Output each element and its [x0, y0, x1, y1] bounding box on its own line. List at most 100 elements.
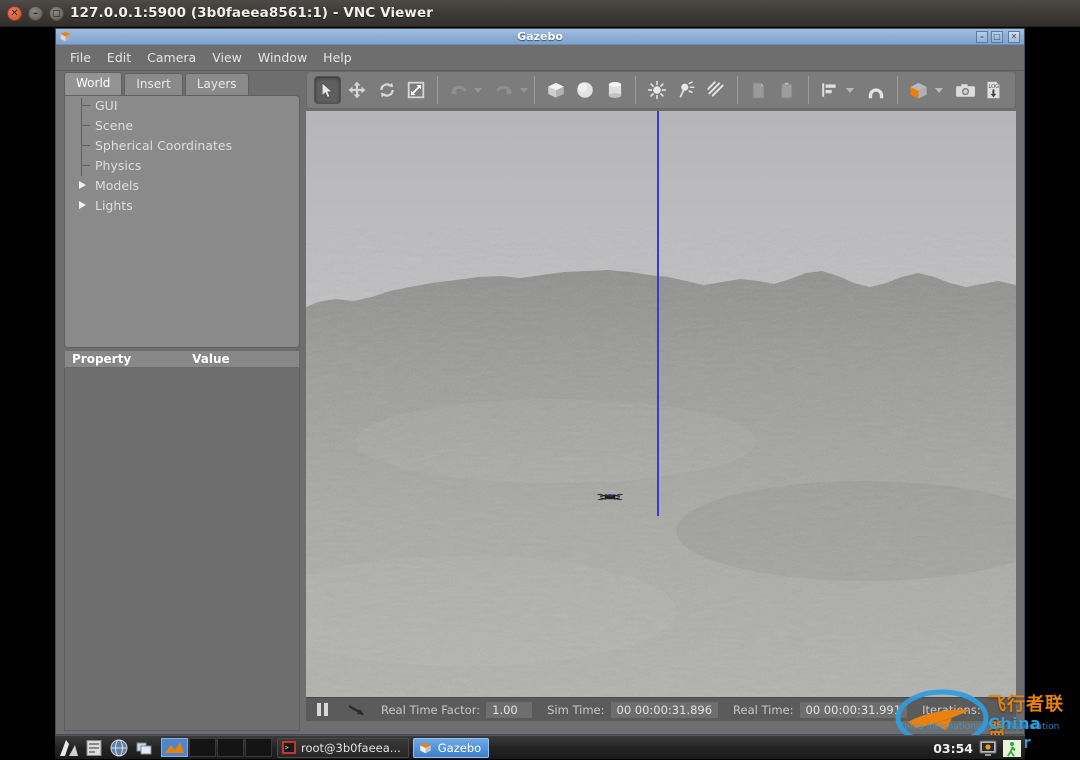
paste-button[interactable] [774, 76, 801, 104]
menu-help[interactable]: Help [315, 48, 360, 67]
clock[interactable]: 03:54 [933, 741, 973, 756]
display-icon[interactable] [978, 739, 997, 758]
camera-icon [955, 81, 976, 100]
close-icon[interactable]: ✕ [7, 6, 22, 21]
insert-point-light-button[interactable] [643, 76, 670, 104]
insert-directional-light-button[interactable] [702, 76, 729, 104]
tree-item-label: Models [95, 178, 139, 193]
gazebo-close-button[interactable]: ✕ [1008, 31, 1020, 43]
insert-sphere-button[interactable] [572, 76, 599, 104]
gazebo-icon [418, 741, 433, 755]
gazebo-minimize-button[interactable]: – [976, 31, 988, 43]
view-angle-dropdown-caret[interactable] [935, 88, 943, 93]
menu-icon[interactable] [58, 738, 80, 758]
pause-button[interactable] [311, 699, 333, 721]
system-tray: 03:54 [933, 736, 1021, 760]
undo-dropdown-caret[interactable] [474, 88, 482, 93]
toolbar-separator [534, 76, 535, 104]
real-time-value: 00 00:00:31.991 [799, 701, 909, 719]
log-button[interactable]: LOG [981, 76, 1008, 104]
scale-mode-button[interactable] [402, 76, 429, 104]
tree-item-lights[interactable]: Lights [65, 196, 299, 216]
tree-item-models[interactable]: Models [65, 176, 299, 196]
tree-item-physics[interactable]: Physics [65, 156, 299, 176]
windows-icon[interactable] [133, 738, 155, 758]
log-download-icon: LOG [984, 80, 1004, 100]
directional-light-icon [706, 80, 726, 100]
workspace-4[interactable] [245, 738, 272, 757]
translate-mode-button[interactable] [343, 76, 370, 104]
pause-icon [317, 703, 321, 716]
real-time-factor-value: 1.00 [485, 701, 533, 719]
vnc-viewer-window: ✕ – ◻ 127.0.0.1:5900 (3b0faeea8561:1) - … [0, 0, 1080, 759]
redo-button[interactable] [491, 76, 518, 104]
menu-edit[interactable]: Edit [99, 48, 139, 67]
iterations-label: Iterations: [922, 703, 981, 717]
tree-branch-icon [81, 165, 90, 166]
insert-spot-light-button[interactable] [673, 76, 700, 104]
menu-window[interactable]: Window [250, 48, 315, 67]
box-shape-icon [546, 80, 566, 100]
real-time-factor-label: Real Time Factor: [381, 703, 480, 717]
tree-item-scene[interactable]: Scene [65, 116, 299, 136]
chevron-right-icon[interactable] [79, 181, 86, 189]
gazebo-maximize-button[interactable]: □ [991, 31, 1003, 43]
undo-button[interactable] [445, 76, 472, 104]
workspace-2[interactable] [189, 738, 216, 757]
align-button[interactable] [816, 76, 843, 104]
menu-view[interactable]: View [204, 48, 250, 67]
workspace-switcher[interactable] [161, 738, 273, 758]
tab-insert[interactable]: Insert [124, 73, 182, 95]
accessibility-icon[interactable] [1002, 739, 1021, 758]
insert-cylinder-button[interactable] [601, 76, 628, 104]
menu-file[interactable]: File [62, 48, 99, 67]
quadcopter-drone-model[interactable] [596, 489, 624, 503]
align-dropdown-caret[interactable] [846, 88, 854, 93]
tree-item-label: Spherical Coordinates [95, 138, 232, 153]
toolbar-separator [635, 76, 636, 104]
3d-viewport[interactable] [306, 111, 1016, 697]
scale-arrows-icon [407, 81, 425, 99]
step-forward-button[interactable] [347, 702, 367, 718]
select-mode-button[interactable] [314, 76, 341, 104]
terrain-ground [306, 111, 1016, 697]
toolbar-separator [808, 76, 809, 104]
rotate-mode-button[interactable] [373, 76, 400, 104]
snap-button[interactable] [863, 76, 890, 104]
gazebo-titlebar[interactable]: Gazebo – □ ✕ [56, 29, 1024, 45]
tab-world[interactable]: World [64, 72, 122, 95]
tree-item-spherical-coordinates[interactable]: Spherical Coordinates [65, 136, 299, 156]
vnc-titlebar: ✕ – ◻ 127.0.0.1:5900 (3b0faeea8561:1) - … [0, 0, 1080, 27]
paste-icon [778, 81, 797, 100]
world-tree: GUI Scene Spherical Coordinates Physics … [64, 95, 300, 348]
view-angle-button[interactable] [905, 76, 932, 104]
align-icon [820, 80, 840, 100]
cylinder-shape-icon [605, 80, 625, 100]
chevron-right-icon[interactable] [79, 201, 86, 209]
taskbar-window-gazebo[interactable]: Gazebo [413, 738, 489, 758]
tree-item-gui[interactable]: GUI [65, 96, 299, 116]
screenshot-button[interactable] [951, 76, 978, 104]
insert-box-button[interactable] [542, 76, 569, 104]
taskbar-window-terminal[interactable]: > root@3b0faeea... [277, 738, 409, 758]
browser-icon[interactable] [108, 738, 130, 758]
property-table-body [64, 368, 300, 731]
workspace-1[interactable] [161, 738, 188, 757]
cursor-arrow-icon [319, 82, 336, 99]
files-icon[interactable] [83, 738, 105, 758]
simulation-status-bar: Real Time Factor: 1.00 Sim Time: 00 00:0… [306, 697, 1016, 721]
copy-button[interactable] [745, 76, 772, 104]
maximize-icon[interactable]: ◻ [49, 6, 64, 21]
real-time-label: Real Time: [733, 703, 793, 717]
tab-layers[interactable]: Layers [185, 73, 249, 95]
minimize-icon[interactable]: – [28, 6, 43, 21]
toolbar-separator [897, 76, 898, 104]
tree-item-label: GUI [95, 98, 118, 113]
tree-branch-icon [81, 145, 90, 146]
workspace-3[interactable] [217, 738, 244, 757]
gazebo-window: Gazebo – □ ✕ File Edit Camera View Windo… [55, 28, 1025, 735]
gazebo-menubar: File Edit Camera View Window Help [56, 45, 1024, 71]
menu-camera[interactable]: Camera [139, 48, 204, 67]
redo-dropdown-caret[interactable] [520, 88, 528, 93]
tree-item-label: Physics [95, 158, 141, 173]
